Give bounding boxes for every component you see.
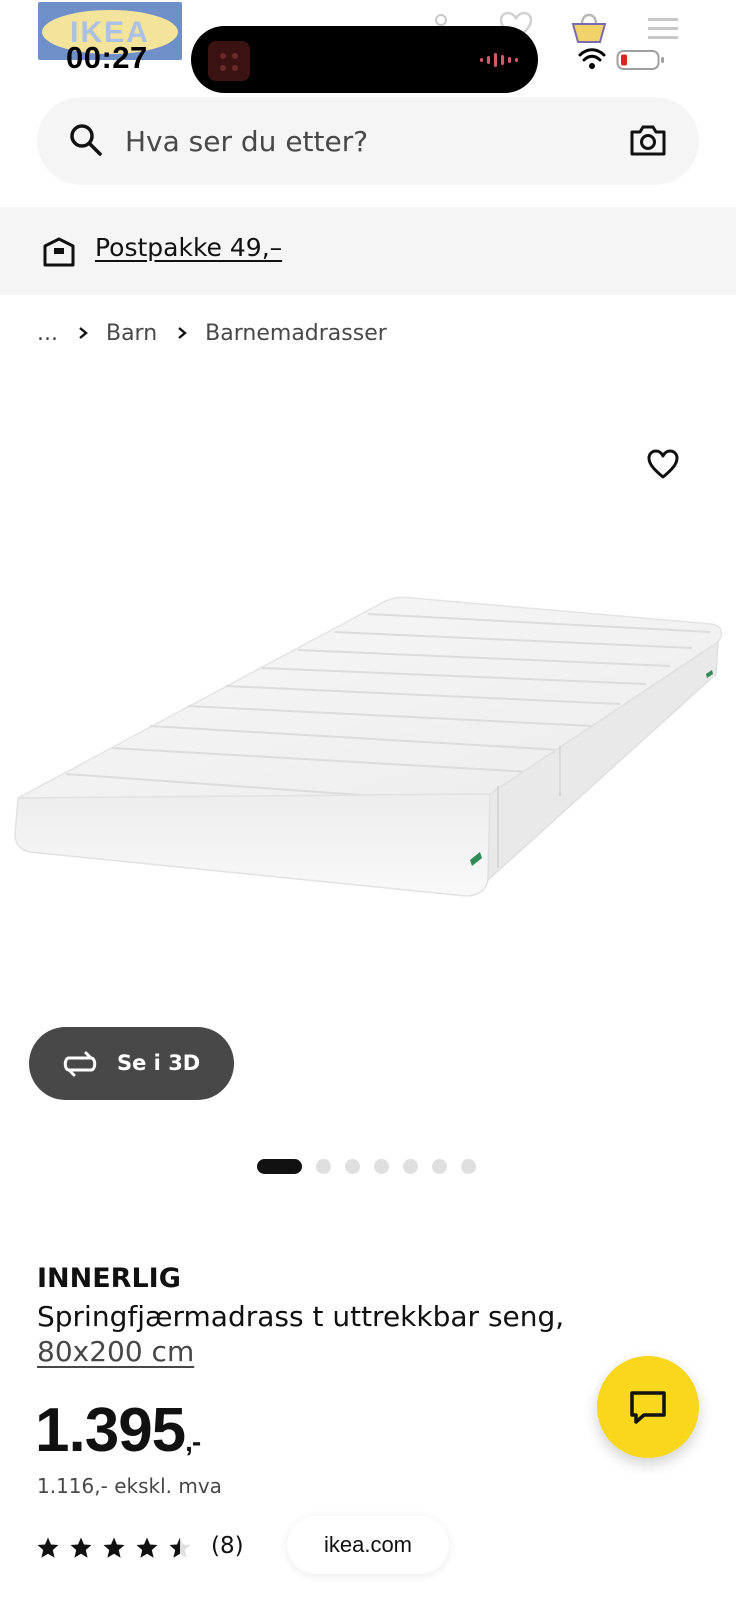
search-icon[interactable]: [69, 123, 103, 157]
hamburger-menu-icon[interactable]: [648, 16, 678, 42]
add-to-favourites-heart-icon[interactable]: [646, 448, 680, 480]
star-full-icon: [103, 1537, 125, 1558]
product-price: 1.395,-: [35, 1396, 201, 1475]
dynamic-island: [191, 26, 538, 93]
view-in-3d-button[interactable]: Se i 3D: [29, 1027, 234, 1100]
chat-bubble-icon: [630, 1391, 666, 1424]
breadcrumb-item-barn[interactable]: Barn: [106, 321, 157, 346]
star-half-icon: [169, 1537, 191, 1558]
gallery-dot[interactable]: [316, 1158, 331, 1174]
product-description: Springfjærmadrass t uttrekkbar seng,: [37, 1300, 565, 1333]
rating-stars[interactable]: [36, 1536, 192, 1560]
chevron-right-icon: [79, 327, 88, 339]
star-full-icon: [136, 1537, 158, 1558]
product-image-mattress[interactable]: [0, 590, 736, 920]
battery-icon: [616, 50, 664, 70]
delivery-banner: Postpakke 49,–: [0, 207, 736, 295]
star-full-icon: [37, 1537, 59, 1558]
price-whole: 1.395: [35, 1396, 186, 1465]
chat-button[interactable]: [597, 1356, 699, 1458]
price-suffix: ,-: [185, 1426, 201, 1457]
gallery-dot-active[interactable]: [257, 1158, 302, 1174]
browser-address-pill[interactable]: ikea.com: [287, 1516, 449, 1574]
rotate-3d-icon: [63, 1051, 97, 1077]
now-playing-thumbnail: [208, 41, 250, 81]
star-full-icon: [70, 1537, 92, 1558]
chevron-right-icon: [178, 327, 188, 339]
gallery-dot[interactable]: [403, 1158, 418, 1174]
status-time: 00:27: [66, 40, 148, 75]
breadcrumb: ... Barn Barnemadrasser: [37, 318, 387, 348]
gallery-dot[interactable]: [432, 1158, 447, 1174]
view-in-3d-label: Se i 3D: [117, 1051, 201, 1075]
breadcrumb-item-barnemadrasser[interactable]: Barnemadrasser: [205, 321, 387, 346]
search-input[interactable]: [125, 97, 605, 185]
gallery-dot[interactable]: [461, 1158, 476, 1174]
breadcrumb-ellipsis[interactable]: ...: [37, 321, 58, 346]
gallery-dot[interactable]: [374, 1158, 389, 1174]
product-name: INNERLIG: [37, 1263, 181, 1294]
wifi-icon: [578, 48, 606, 69]
audio-wave-icon: [480, 53, 518, 67]
gallery-pagination: [257, 1158, 476, 1174]
product-size-link[interactable]: 80x200 cm: [37, 1335, 194, 1368]
price-excluding-vat: 1.116,- ekskl. mva: [37, 1474, 222, 1498]
search-bar[interactable]: [37, 97, 699, 185]
cart-icon[interactable]: [570, 12, 608, 46]
review-count[interactable]: (8): [211, 1533, 244, 1559]
camera-search-icon[interactable]: [629, 121, 667, 159]
gallery-dot[interactable]: [345, 1158, 360, 1174]
parcel-delivery-icon: [43, 237, 75, 267]
delivery-price-link[interactable]: Postpakke 49,–: [95, 233, 282, 262]
